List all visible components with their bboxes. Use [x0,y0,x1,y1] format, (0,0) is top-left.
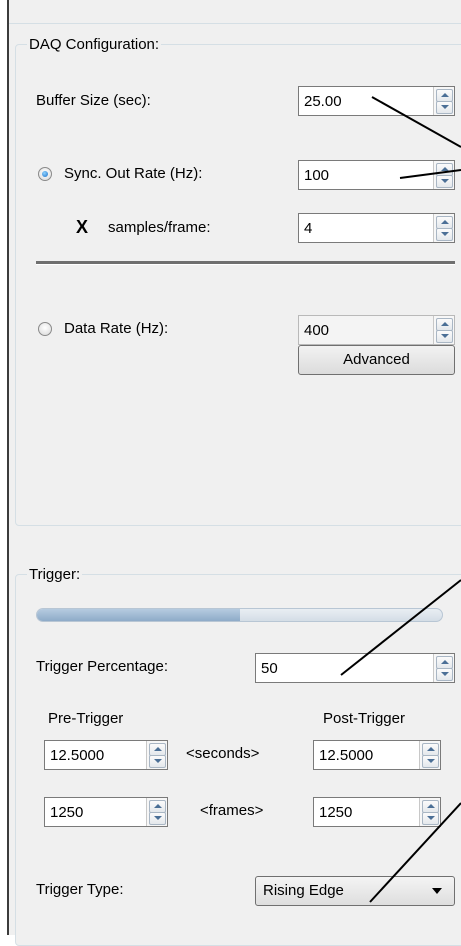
callout-line-percentage [340,579,461,676]
callout-line-sync [399,169,461,179]
callout-line-trigger-type [369,802,461,903]
callout-lines [340,96,461,903]
callout-line-buffer [371,96,461,148]
